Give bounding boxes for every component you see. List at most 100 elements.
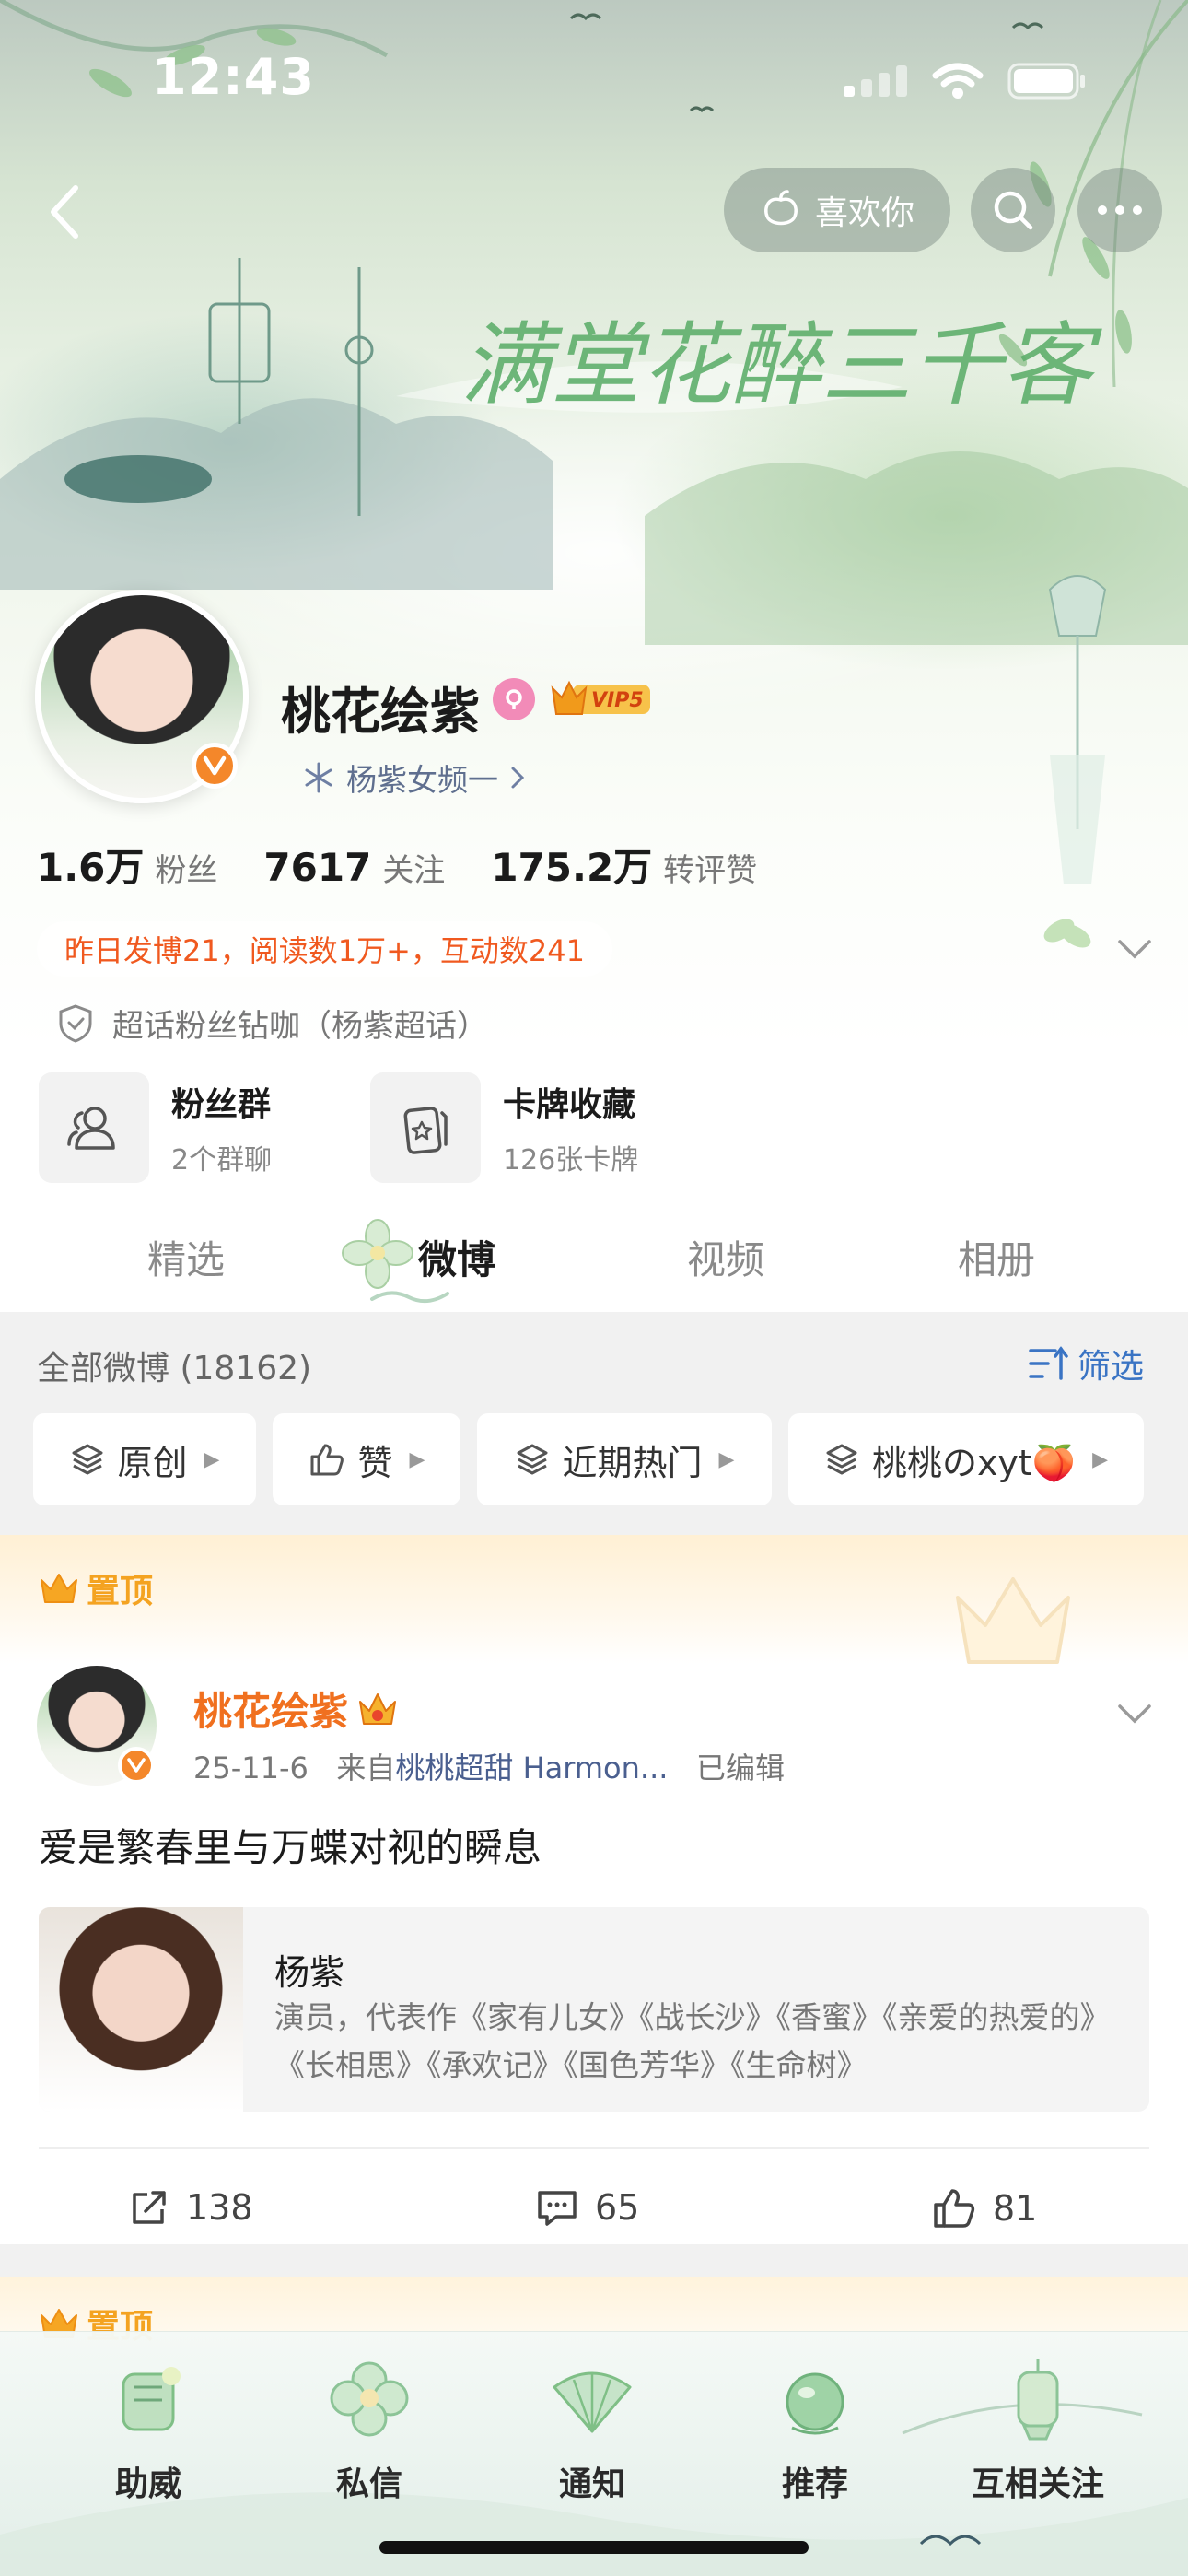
bottom-item-mutual-follow[interactable]: 互相关注: [967, 2350, 1109, 2505]
snowflake-icon: [305, 762, 332, 793]
thumbs-up-icon: [934, 2189, 975, 2228]
lantern-icon: [1017, 2359, 1059, 2441]
chip-label: 原创: [117, 1442, 188, 1483]
post-from-prefix: 来自: [336, 1751, 396, 1786]
post-author-avatar[interactable]: [37, 1666, 157, 1786]
status-icons: [844, 63, 1087, 100]
vip-badge[interactable]: VIP5: [549, 675, 654, 721]
tab-featured[interactable]: 精选: [147, 1229, 225, 1285]
post-source-link[interactable]: 桃桃超甜 Harmon...: [395, 1751, 668, 1786]
tab-videos[interactable]: 视频: [687, 1229, 764, 1285]
activity-summary[interactable]: 昨日发博21，阅读数1万+，互动数241: [37, 921, 612, 977]
profile-avatar[interactable]: [35, 590, 249, 803]
bottom-item-label: 通知: [558, 2465, 625, 2503]
like-you-label: 喜欢你: [814, 194, 914, 232]
profile-stats: 1.6万 粉丝 7617 关注 175.2万 转评赞: [37, 837, 803, 893]
chevron-right-icon: [511, 767, 525, 789]
bottom-item-recommend[interactable]: 推荐: [746, 2350, 884, 2505]
link-card-title: 杨紫: [274, 1952, 345, 1993]
chevron-down-icon[interactable]: [1112, 1697, 1157, 1730]
bottom-item-label: 互相关注: [971, 2465, 1104, 2503]
link-card-description: 演员，代表作《家有儿女》《战长沙》《香蜜》《亲爱的热爱的》《长相思》《承欢记》《…: [274, 1999, 1111, 2083]
card-collection-card[interactable]: 卡牌收藏 126张卡牌: [370, 1072, 638, 1183]
profile-username: 桃花绘紫: [281, 683, 480, 741]
stat-interactions: 175.2万 转评赞: [491, 837, 757, 893]
link-card[interactable]: 杨紫 演员，代表作《家有儿女》《战长沙》《香蜜》《亲爱的热爱的》《长相思》《承欢…: [39, 1907, 1149, 2112]
status-time: 12:43: [152, 48, 315, 106]
fan-group-label: 杨紫女频一: [346, 762, 498, 798]
flower-icon: [342, 1219, 413, 1289]
layers-icon: [826, 1444, 857, 1475]
stat-label: 关注: [382, 852, 446, 889]
chip-label: 近期热门: [562, 1442, 703, 1483]
stat-label: 转评赞: [663, 852, 758, 889]
shield-icon: [59, 1003, 92, 1043]
feature-subtitle: 126张卡牌: [503, 1144, 639, 1177]
tab-active-indicator: [370, 1291, 449, 1304]
bottom-item-messages[interactable]: 私信: [300, 2350, 438, 2505]
bottom-action-bar: 助威 私信 通知 推荐 互相关注: [0, 2331, 1188, 2576]
pinned-post-card[interactable]: 置顶 桃花绘紫 25-11-6 来自桃桃超甜 Harmon... 已编辑 爱是繁…: [0, 1535, 1188, 2244]
comment-icon: [538, 2191, 577, 2226]
caret-right-icon: ▶: [204, 1447, 220, 1471]
post-actions: 138 65 81: [0, 2171, 1188, 2244]
fan-groups-card[interactable]: 粉丝群 2个群聊: [39, 1072, 272, 1183]
filter-icon: [1029, 1346, 1068, 1380]
feature-title: 粉丝群: [171, 1086, 272, 1124]
super-topic-rank[interactable]: 超话粉丝钻咖（杨紫超话）: [57, 1001, 488, 1046]
bottom-item-cheer[interactable]: 助威: [79, 2350, 217, 2505]
wifi-icon: [932, 63, 984, 99]
chip-recent-hot[interactable]: 近期热门 ▶: [477, 1413, 772, 1505]
group-icon: [39, 1072, 149, 1183]
more-options-button[interactable]: [1077, 168, 1162, 252]
like-button[interactable]: 81: [932, 2187, 1037, 2230]
chevron-down-icon[interactable]: [1112, 932, 1157, 966]
feed-filter-chips: 原创 ▶ 赞 ▶ 近期热门 ▶ 桃桃のxyt🍑 ▶: [33, 1413, 1144, 1505]
tab-weibo[interactable]: 微博: [418, 1229, 495, 1285]
thumbs-up-icon: [310, 1444, 344, 1476]
tab-albums[interactable]: 相册: [958, 1229, 1035, 1285]
stat-followers[interactable]: 1.6万 粉丝: [37, 837, 217, 893]
repost-button[interactable]: 138: [129, 2187, 253, 2228]
chip-liked[interactable]: 赞 ▶: [273, 1413, 460, 1505]
bottom-item-label: 助威: [114, 2465, 181, 2503]
fan-icon: [553, 2371, 632, 2433]
post-date: 25-11-6: [193, 1751, 309, 1786]
stat-following[interactable]: 7617 关注: [263, 845, 445, 890]
search-icon: [994, 191, 1033, 230]
bottom-item-notifications[interactable]: 通知: [523, 2350, 661, 2505]
stat-value: 175.2万: [491, 845, 653, 890]
chip-label: 桃桃のxyt🍑: [871, 1442, 1077, 1483]
layers-icon: [72, 1444, 103, 1475]
profile-tabs: 精选 微博 视频 相册: [0, 1198, 1188, 1308]
post-meta: 25-11-6 来自桃桃超甜 Harmon... 已编辑: [193, 1745, 785, 1787]
like-count: 81: [993, 2188, 1038, 2229]
status-bar: 12:43: [0, 0, 1188, 157]
post-text: 爱是繁春里与万蝶对视的瞬息: [39, 1825, 542, 1870]
caret-right-icon: ▶: [718, 1447, 735, 1471]
banner-calligraphy: 满堂花醉三千客: [460, 313, 1102, 418]
chip-label: 赞: [357, 1442, 393, 1483]
like-you-button[interactable]: 喜欢你: [724, 168, 950, 252]
stat-value: 1.6万: [37, 845, 145, 890]
chip-custom-tag[interactable]: 桃桃のxyt🍑 ▶: [788, 1413, 1144, 1505]
repost-icon: [133, 2191, 166, 2224]
cheer-icon: [122, 2367, 181, 2431]
caret-right-icon: ▶: [1092, 1447, 1109, 1471]
card-collection-icon: [370, 1072, 481, 1183]
filter-button[interactable]: 筛选: [1028, 1340, 1144, 1388]
post-author-name[interactable]: 桃花绘紫: [193, 1680, 398, 1737]
member-badge-icon[interactable]: [493, 678, 535, 720]
verified-badge-icon: [118, 1747, 155, 1784]
author-name: 桃花绘紫: [193, 1689, 349, 1734]
comment-button[interactable]: 65: [536, 2187, 639, 2228]
jade-orb-icon: [786, 2372, 844, 2435]
fan-group-link[interactable]: 杨紫女频一: [302, 755, 526, 800]
filter-label: 筛选: [1077, 1348, 1145, 1386]
search-button[interactable]: [971, 168, 1055, 252]
back-button[interactable]: [28, 175, 101, 249]
home-indicator[interactable]: [379, 2541, 809, 2554]
chip-original[interactable]: 原创 ▶: [33, 1413, 256, 1505]
profile-banner: 满堂花醉三千客: [0, 0, 1188, 1050]
more-dots-icon: [1098, 205, 1142, 215]
